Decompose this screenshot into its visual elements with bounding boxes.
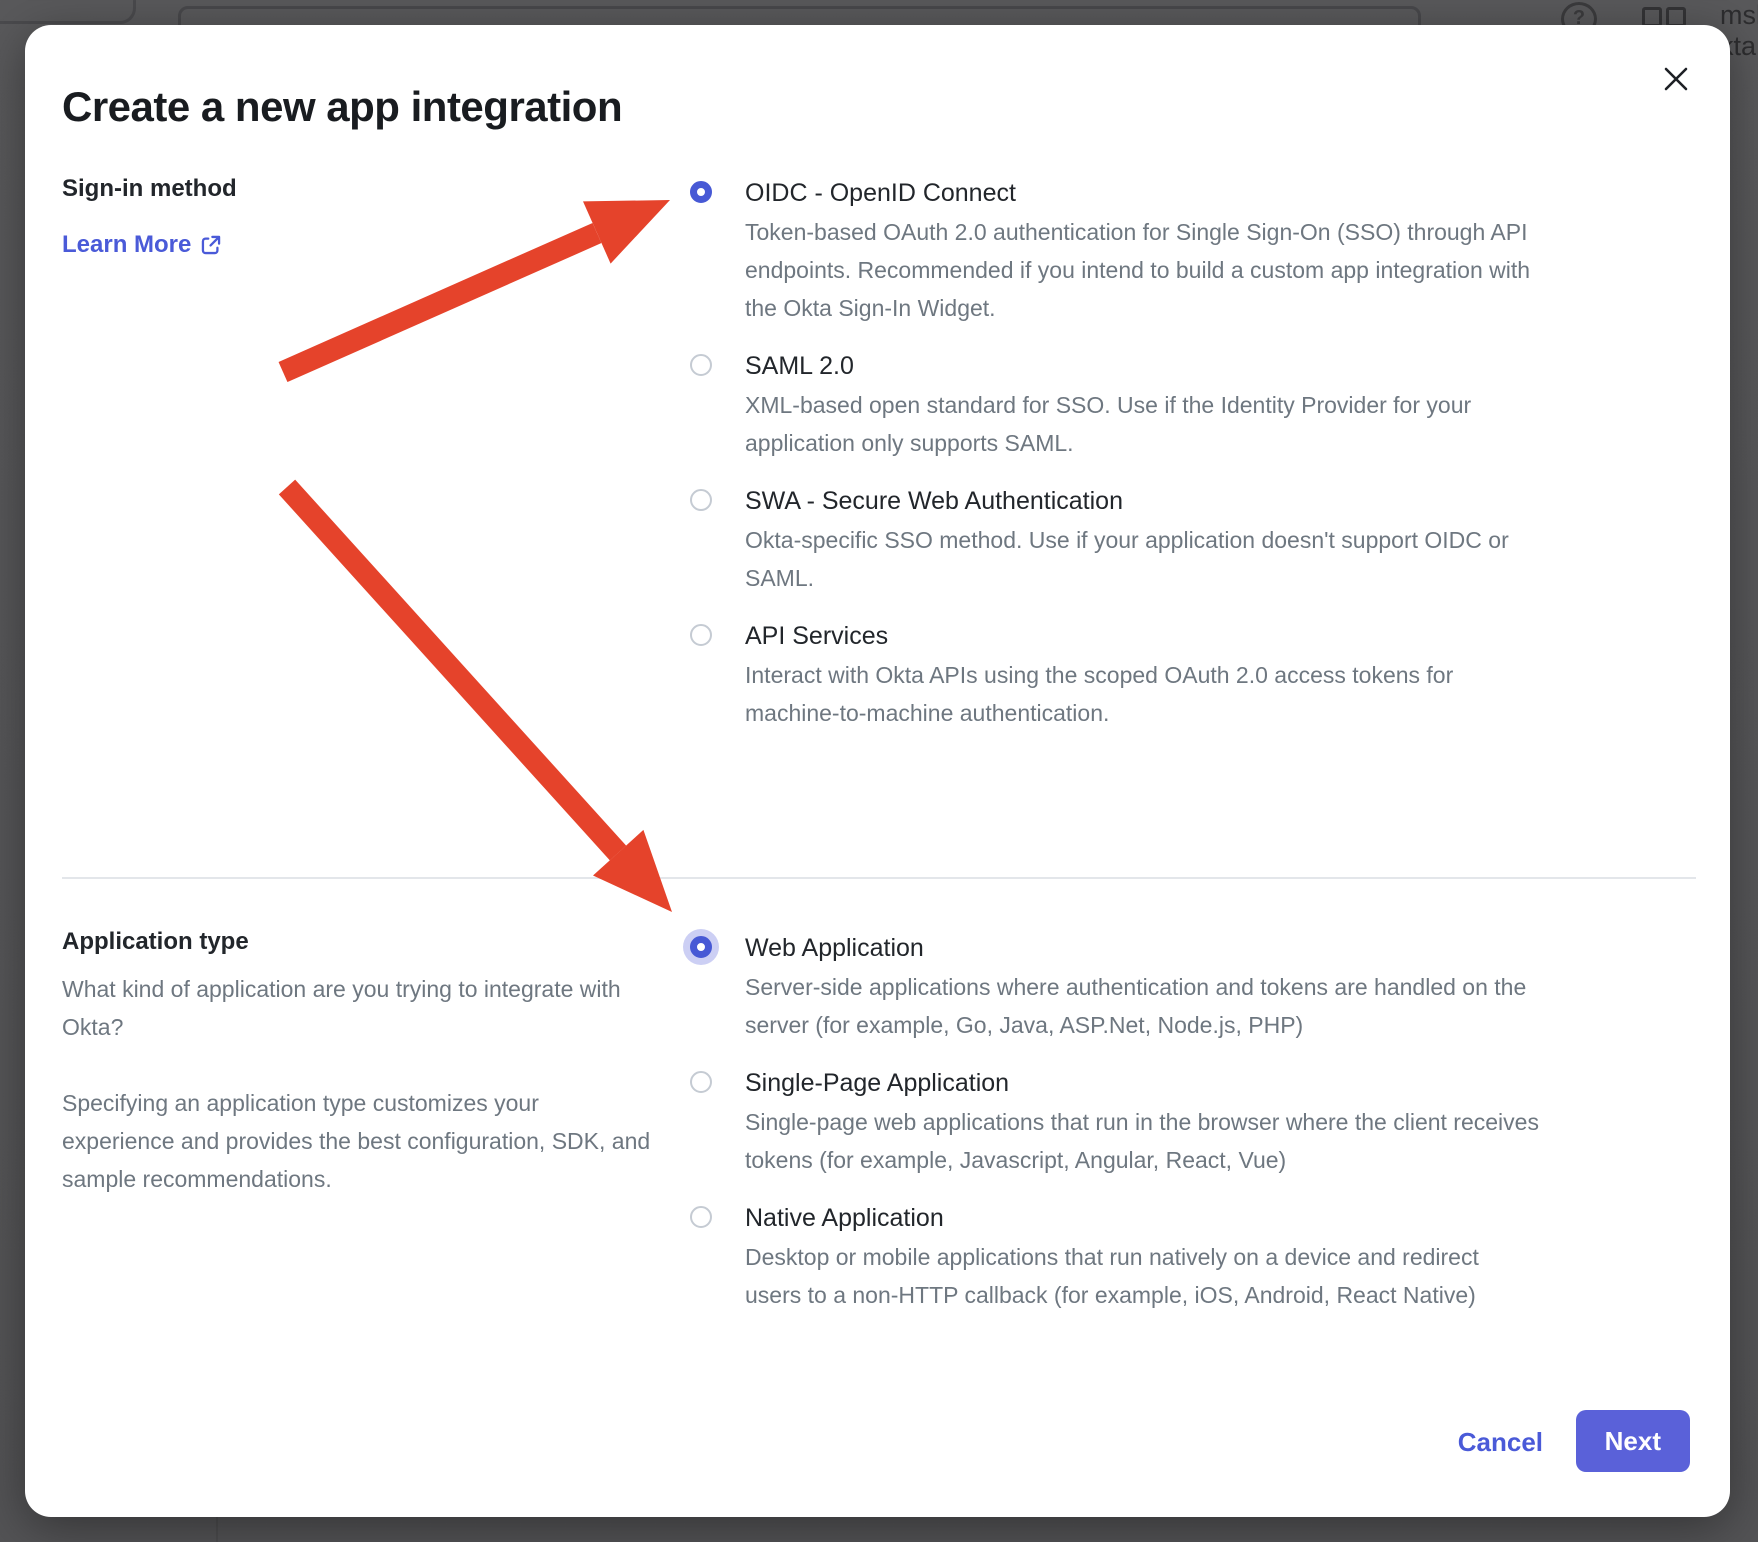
radio-oidc[interactable] xyxy=(690,181,712,203)
radio-web-application[interactable] xyxy=(690,936,712,958)
radio-saml[interactable] xyxy=(690,354,712,376)
radio-api-services[interactable] xyxy=(690,624,712,646)
application-type-column: Application type What kind of applicatio… xyxy=(62,928,652,1198)
dialog-title: Create a new app integration xyxy=(62,83,622,131)
option-single-page-application: Single-Page Application Single-page web … xyxy=(690,1063,1540,1179)
next-button[interactable]: Next xyxy=(1576,1410,1690,1472)
option-oidc: OIDC - OpenID Connect Token-based OAuth … xyxy=(690,173,1540,327)
option-api-services: API Services Interact with Okta APIs usi… xyxy=(690,616,1540,732)
radio-native-application[interactable] xyxy=(690,1206,712,1228)
option-swa: SWA - Secure Web Authentication Okta-spe… xyxy=(690,481,1540,597)
option-single-page-application-label[interactable]: Single-Page Application xyxy=(745,1063,1540,1103)
option-native-application-description: Desktop or mobile applications that run … xyxy=(745,1238,1540,1314)
option-swa-label[interactable]: SWA - Secure Web Authentication xyxy=(745,481,1540,521)
option-web-application-description: Server-side applications where authentic… xyxy=(745,968,1540,1044)
background-nav-tab-outline xyxy=(0,0,136,24)
option-native-application: Native Application Desktop or mobile app… xyxy=(690,1198,1540,1314)
option-swa-description: Okta-specific SSO method. Use if your ap… xyxy=(745,521,1540,597)
close-icon xyxy=(1662,65,1690,93)
option-native-application-label[interactable]: Native Application xyxy=(745,1198,1540,1238)
close-button[interactable] xyxy=(1660,63,1692,95)
cancel-button[interactable]: Cancel xyxy=(1458,1427,1543,1458)
option-api-services-description: Interact with Okta APIs using the scoped… xyxy=(745,656,1540,732)
option-oidc-label[interactable]: OIDC - OpenID Connect xyxy=(745,173,1540,213)
option-web-application-label[interactable]: Web Application xyxy=(745,928,1540,968)
option-single-page-application-description: Single-page web applications that run in… xyxy=(745,1103,1540,1179)
application-type-heading: Application type xyxy=(62,928,652,956)
option-saml-description: XML-based open standard for SSO. Use if … xyxy=(745,386,1540,462)
application-type-options-group: Web Application Server-side applications… xyxy=(690,928,1540,1333)
section-divider xyxy=(62,877,1696,879)
signin-method-heading: Sign-in method xyxy=(62,175,237,203)
learn-more-link[interactable]: Learn More xyxy=(62,231,222,259)
option-saml: SAML 2.0 XML-based open standard for SSO… xyxy=(690,346,1540,462)
create-app-integration-dialog: Create a new app integration Sign-in met… xyxy=(25,25,1730,1517)
radio-swa[interactable] xyxy=(690,489,712,511)
option-web-application: Web Application Server-side applications… xyxy=(690,928,1540,1044)
option-oidc-description: Token-based OAuth 2.0 authentication for… xyxy=(745,213,1540,327)
learn-more-label: Learn More xyxy=(62,231,191,259)
external-link-icon xyxy=(200,234,222,256)
background-divider xyxy=(216,1515,218,1542)
apps-grid-icon xyxy=(1642,7,1662,27)
application-type-explanation: Specifying an application type customize… xyxy=(62,1084,652,1198)
apps-grid-icon xyxy=(1666,7,1686,27)
signin-options-group: OIDC - OpenID Connect Token-based OAuth … xyxy=(690,173,1540,751)
option-saml-label[interactable]: SAML 2.0 xyxy=(745,346,1540,386)
radio-single-page-application[interactable] xyxy=(690,1071,712,1093)
option-api-services-label[interactable]: API Services xyxy=(745,616,1540,656)
application-type-question: What kind of application are you trying … xyxy=(62,970,652,1046)
